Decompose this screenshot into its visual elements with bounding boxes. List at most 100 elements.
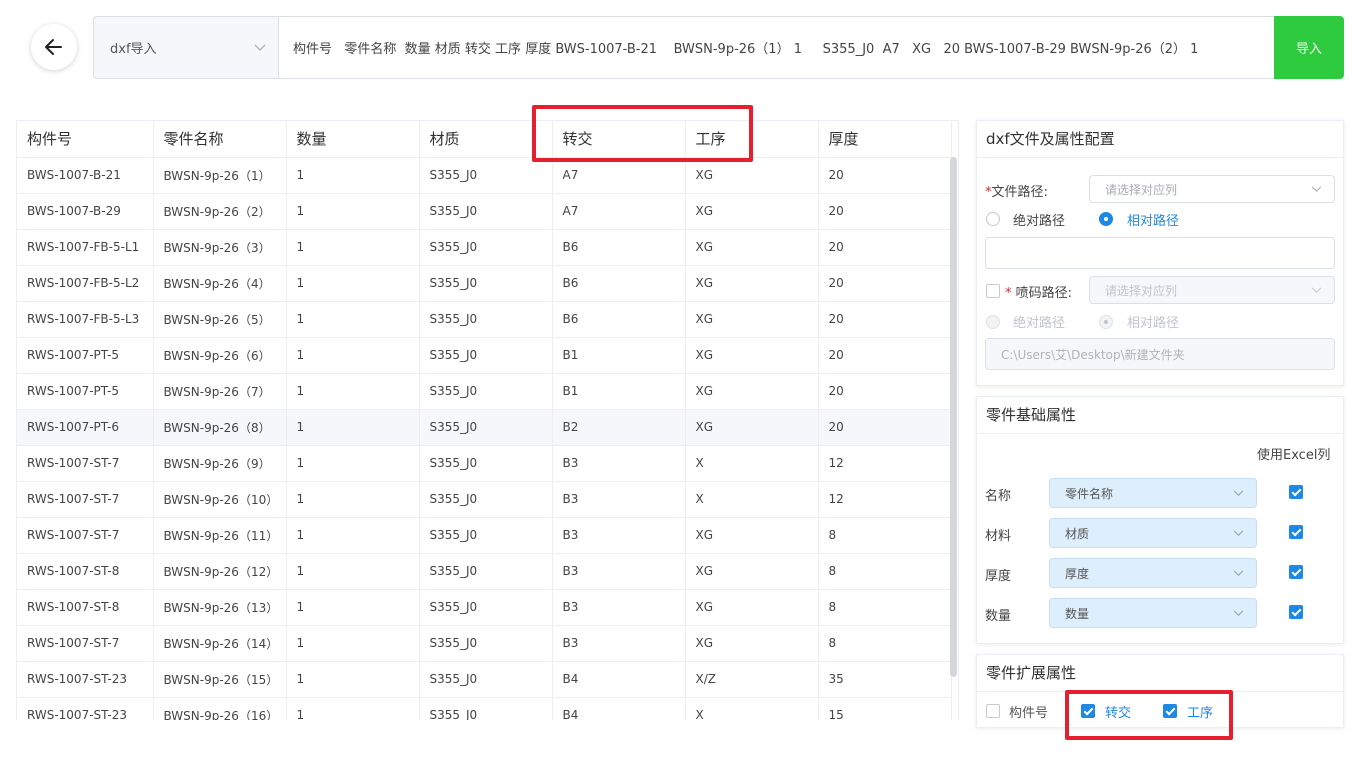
paste-text-input[interactable]: 构件号 零件名称 数量 材质 转交 工序 厚度 BWS-1007-B-21 BW… [278, 16, 1274, 79]
file-path-input[interactable] [985, 237, 1335, 269]
spray-path-label: * 喷码路径: [1005, 286, 1073, 301]
table-row[interactable]: RWS-1007-FB-5-L3 BWSN-9p-26（5） 1 S355_J0 B6 X… [17, 301, 952, 338]
table-row[interactable]: RWS-1007-ST-7 BWSN-9p-26（9） 1 S355_J0 B3 X 12 [17, 445, 952, 482]
table-cell: B3 [552, 589, 686, 626]
basic-attributes-panel: 零件基础属性 使用Excel列 名称 零件名称 材料 材质 厚度 厚度 数量 数… [976, 396, 1344, 644]
table-cell: B4 [552, 697, 686, 720]
table-row[interactable]: RWS-1007-ST-8 BWSN-9p-26（13） 1 S355_J0 B3 XG 8 [17, 589, 952, 626]
table-cell: 1 [286, 373, 420, 410]
table-cell: RWS-1007-PT-5 [17, 337, 154, 374]
table-row[interactable]: RWS-1007-PT-5 BWSN-9p-26（7） 1 S355_J0 B1 XG 20 [17, 373, 952, 410]
table-cell: S355_J0 [419, 193, 553, 230]
back-button[interactable] [31, 24, 77, 70]
table-cell: BWSN-9p-26（11） [153, 517, 287, 554]
table-cell: RWS-1007-ST-7 [17, 481, 154, 518]
table-row[interactable]: BWS-1007-B-29 BWSN-9p-26（2） 1 S355_J0 A7 XG 20 [17, 193, 952, 230]
table-row[interactable]: RWS-1007-FB-5-L1 BWSN-9p-26（3） 1 S355_J0 B6 X… [17, 229, 952, 266]
table-cell: BWSN-9p-26（9） [153, 445, 287, 482]
name-label: 名称 [985, 489, 1012, 504]
table-cell: 1 [286, 337, 420, 374]
table-cell: B6 [552, 265, 686, 302]
table-row[interactable]: RWS-1007-ST-8 BWSN-9p-26（12） 1 S355_J0 B3 XG 8 [17, 553, 952, 590]
table-cell: XG [685, 193, 819, 230]
material-excel-checkbox[interactable] [1289, 525, 1303, 539]
file-path-select[interactable]: 请选择对应列 [1089, 175, 1335, 203]
absolute-path-radio[interactable] [986, 212, 1000, 226]
name-select[interactable]: 零件名称 [1049, 478, 1257, 508]
table-cell: RWS-1007-FB-5-L3 [17, 301, 154, 338]
table-cell: 1 [286, 625, 420, 662]
table-cell: B3 [552, 481, 686, 518]
table-cell: B3 [552, 625, 686, 662]
table-cell: BWSN-9p-26（13） [153, 589, 287, 626]
table-cell: A7 [552, 157, 686, 194]
import-button[interactable]: 导入 [1274, 16, 1344, 79]
column-header[interactable]: 厚度 [818, 121, 952, 158]
spray-path-checkbox[interactable] [986, 284, 1000, 298]
table-row[interactable]: BWS-1007-B-21 BWSN-9p-26（1） 1 S355_J0 A7 XG 20 [17, 157, 952, 194]
table-cell: 20 [818, 409, 952, 446]
relative-path-label: 相对路径 [1127, 214, 1180, 229]
table-cell: XG [685, 625, 819, 662]
quantity-excel-checkbox[interactable] [1289, 605, 1303, 619]
table-row[interactable]: RWS-1007-ST-7 BWSN-9p-26（11） 1 S355_J0 B3 XG 8 [17, 517, 952, 554]
column-header[interactable]: 工序 [685, 121, 819, 158]
column-header[interactable]: 材质 [419, 121, 553, 158]
table-cell: 1 [286, 589, 420, 626]
table-cell: 12 [818, 445, 952, 482]
ext-component-checkbox[interactable] [986, 704, 1000, 718]
table-cell: BWSN-9p-26（7） [153, 373, 287, 410]
column-header[interactable]: 转交 [552, 121, 686, 158]
table-row[interactable]: RWS-1007-ST-23 BWSN-9p-26（15） 1 S355_J0 B4 X/… [17, 661, 952, 698]
name-excel-checkbox[interactable] [1289, 485, 1303, 499]
table-cell: BWSN-9p-26（8） [153, 409, 287, 446]
thickness-label: 厚度 [985, 569, 1012, 584]
spray-path-select[interactable]: 请选择对应列 [1089, 276, 1335, 304]
table-row[interactable]: RWS-1007-PT-5 BWSN-9p-26（6） 1 S355_J0 B1 XG 20 [17, 337, 952, 374]
chevron-down-icon [1233, 489, 1244, 496]
table-row[interactable]: RWS-1007-ST-7 BWSN-9p-26（14） 1 S355_J0 B3 XG 8 [17, 625, 952, 662]
table-cell: S355_J0 [419, 265, 553, 302]
column-header[interactable]: 数量 [286, 121, 420, 158]
spray-absolute-radio[interactable] [986, 315, 1000, 329]
basic-attributes-title: 零件基础属性 [977, 397, 1343, 434]
thickness-excel-checkbox[interactable] [1289, 565, 1303, 579]
ext-process-checkbox[interactable] [1163, 704, 1177, 718]
parts-table: 构件号 零件名称 数量 材质 转交 工序 厚度 BWS-1007-B-21 BWS… [16, 120, 959, 720]
spray-relative-radio[interactable] [1099, 315, 1113, 329]
table-row[interactable]: RWS-1007-FB-5-L2 BWSN-9p-26（4） 1 S355_J0 B6 X… [17, 265, 952, 302]
table-cell: 20 [818, 193, 952, 230]
table-cell: 1 [286, 445, 420, 482]
table-cell: X [685, 481, 819, 518]
material-select[interactable]: 材质 [1049, 518, 1257, 548]
table-row[interactable]: RWS-1007-ST-7 BWSN-9p-26（10） 1 S355_J0 B3 X 12 [17, 481, 952, 518]
arrow-left-icon [45, 39, 62, 55]
chevron-down-icon [254, 44, 266, 51]
table-scrollbar[interactable] [950, 157, 957, 677]
chevron-down-icon [1233, 529, 1244, 536]
thickness-select[interactable]: 厚度 [1049, 558, 1257, 588]
table-cell: RWS-1007-ST-8 [17, 553, 154, 590]
table-cell: XG [685, 337, 819, 374]
quantity-select[interactable]: 数量 [1049, 598, 1257, 628]
table-cell: XG [685, 553, 819, 590]
table-cell: XG [685, 373, 819, 410]
table-cell: 8 [818, 625, 952, 662]
column-header[interactable]: 构件号 [17, 121, 154, 158]
relative-path-radio[interactable] [1099, 212, 1113, 226]
ext-transfer-label: 转交 [1105, 706, 1132, 721]
table-cell: X [685, 697, 819, 720]
column-header[interactable]: 零件名称 [153, 121, 287, 158]
material-label: 材料 [985, 529, 1012, 544]
table-row[interactable]: RWS-1007-ST-23 BWSN-9p-26（16） 1 S355_J0 B4 X 1… [17, 697, 952, 720]
table-row[interactable]: RWS-1007-PT-6 BWSN-9p-26（8） 1 S355_J0 B2 XG 20 [17, 409, 952, 446]
ext-transfer-checkbox[interactable] [1081, 704, 1095, 718]
table-cell: RWS-1007-ST-7 [17, 445, 154, 482]
quantity-label: 数量 [985, 609, 1012, 624]
table-cell: 1 [286, 193, 420, 230]
table-cell: 20 [818, 373, 952, 410]
table-cell: XG [685, 517, 819, 554]
import-mode-select[interactable]: dxf导入 [93, 16, 278, 79]
chevron-down-icon [1233, 569, 1244, 576]
spray-path-input[interactable]: C:\Users\艾\Desktop\新建文件夹 [985, 338, 1335, 370]
